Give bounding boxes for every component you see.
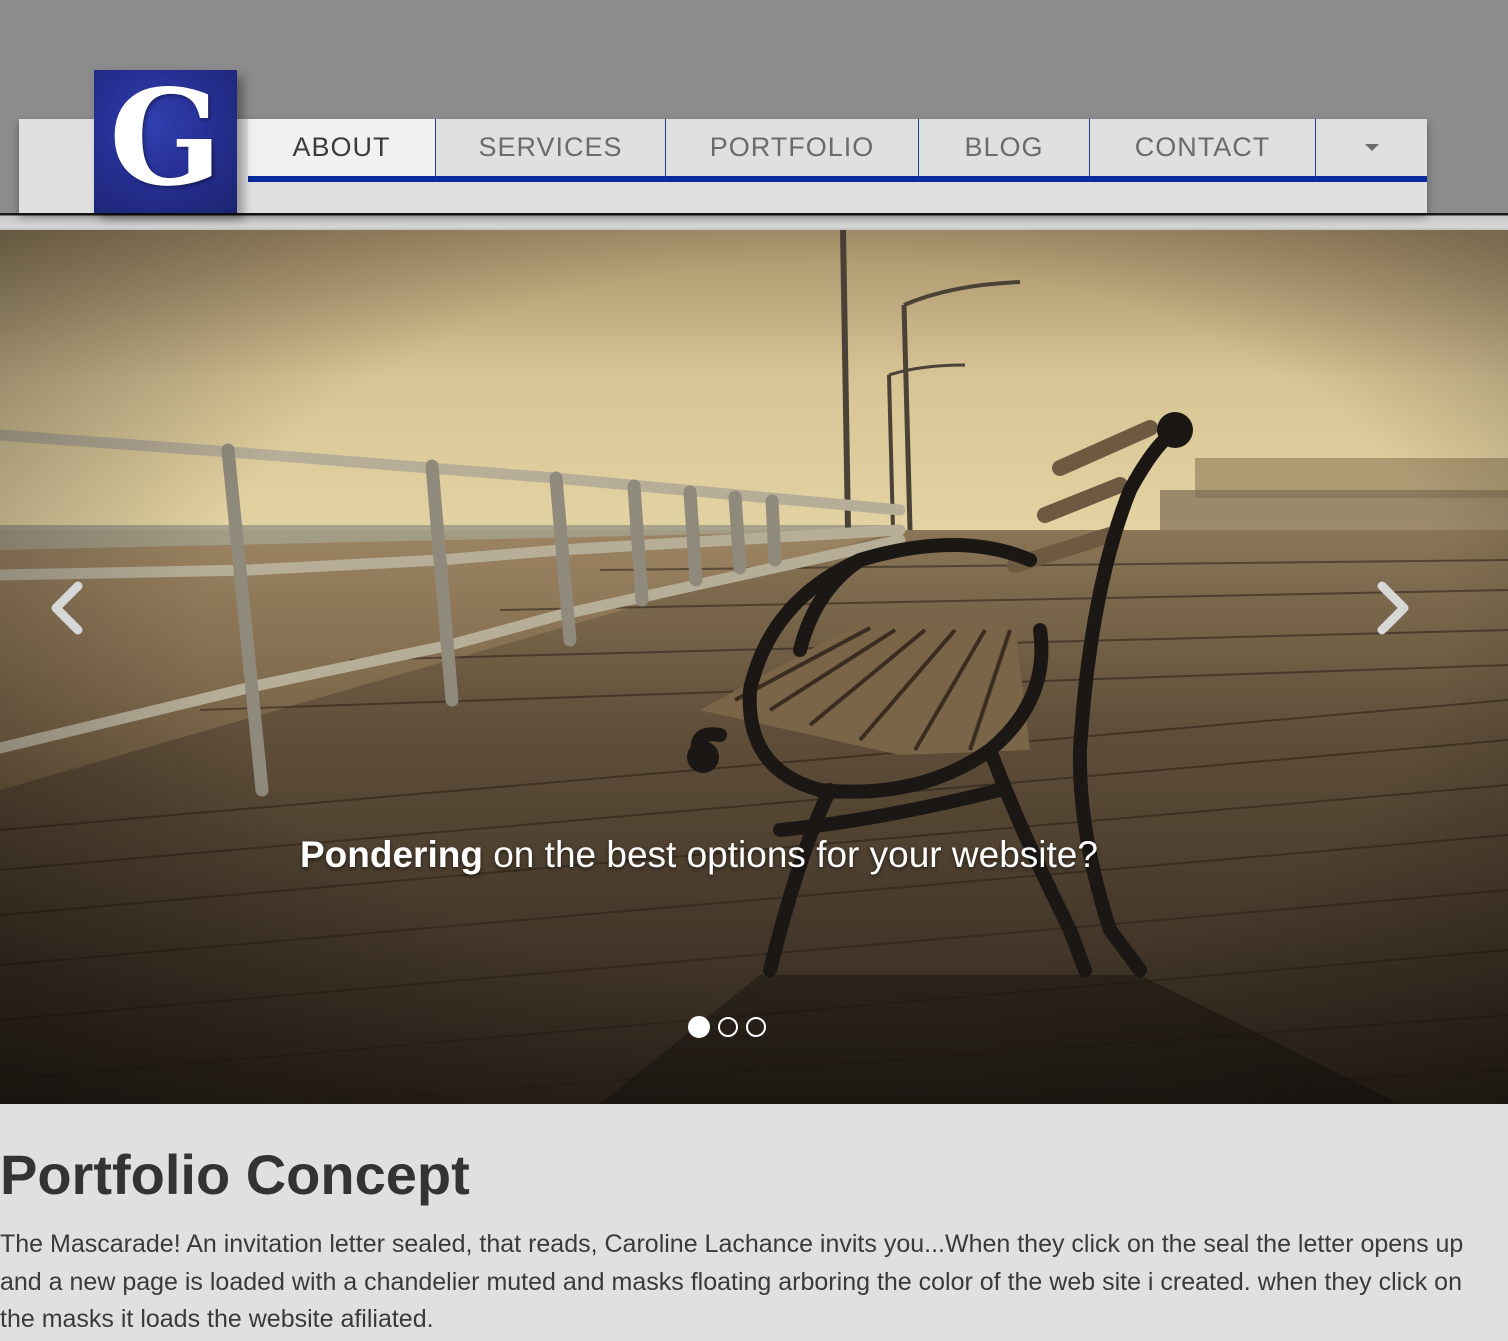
carousel-indicators (688, 1016, 766, 1038)
content-title: Portfolio Concept (0, 1143, 470, 1206)
nav-item-portfolio[interactable]: PORTFOLIO (666, 119, 919, 182)
nav-item-blog[interactable]: BLOG (919, 119, 1090, 182)
nav-item-label: BLOG (964, 132, 1044, 162)
nav-item-services[interactable]: SERVICES (436, 119, 666, 182)
carousel-dot-1[interactable] (688, 1016, 710, 1038)
logo-letter: G (109, 70, 222, 213)
carousel-next-button[interactable] (1372, 580, 1416, 636)
nav-item-about[interactable]: ABOUT (248, 119, 436, 182)
carousel-dot-2[interactable] (718, 1017, 738, 1037)
content-section: Portfolio Concept The Mascarade! An invi… (0, 1104, 1508, 1341)
nav-item-contact[interactable]: CONTACT (1090, 119, 1316, 182)
hero-carousel: Pondering on the best options for your w… (0, 230, 1508, 1104)
hero-caption: Pondering on the best options for your w… (300, 834, 1098, 876)
site-logo[interactable]: G (94, 70, 237, 213)
chevron-right-icon (1377, 581, 1409, 635)
nav-item-label: PORTFOLIO (709, 132, 875, 162)
hero-image (0, 230, 1508, 1104)
header-divider (0, 213, 1508, 230)
hero-caption-bold: Pondering (300, 834, 483, 875)
page: ABOUT SERVICES PORTFOLIO BLOG CONTACT G (0, 0, 1508, 1341)
nav-item-label: SERVICES (478, 132, 623, 162)
chevron-left-icon (51, 581, 83, 635)
main-nav: ABOUT SERVICES PORTFOLIO BLOG CONTACT (248, 119, 1427, 182)
carousel-prev-button[interactable] (44, 580, 88, 636)
nav-item-label: CONTACT (1134, 132, 1271, 162)
nav-item-label: ABOUT (292, 132, 391, 162)
hero-caption-text: on the best options for your website? (482, 834, 1098, 875)
carousel-dot-3[interactable] (746, 1017, 766, 1037)
content-body: The Mascarade! An invitation letter seal… (0, 1230, 1464, 1333)
chevron-down-icon (1364, 144, 1379, 151)
nav-more-dropdown[interactable] (1316, 119, 1427, 182)
